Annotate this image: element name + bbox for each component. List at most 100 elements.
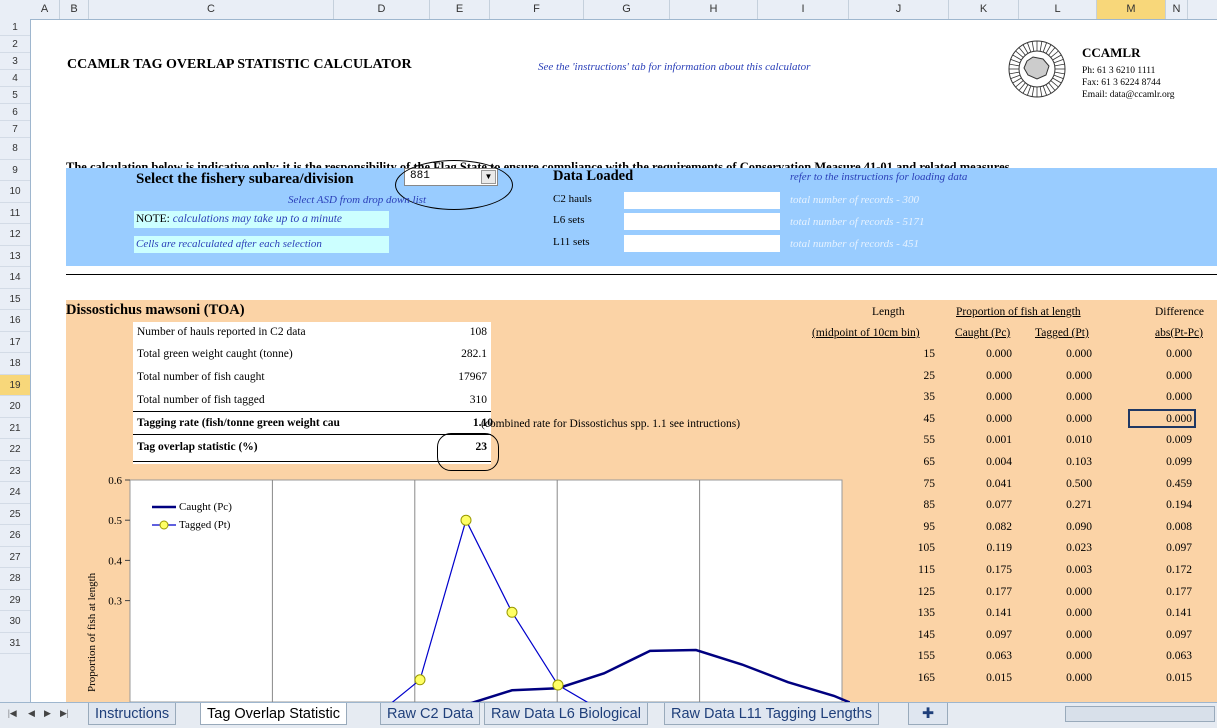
caught-cell[interactable]: 0.041 [952, 478, 1012, 490]
tab-tag-overlap-statistic[interactable]: Tag Overlap Statistic [200, 703, 347, 725]
column-header-i[interactable]: I [758, 0, 849, 19]
row-header-8[interactable]: 8 [0, 138, 30, 160]
tagged-cell[interactable]: 0.000 [1032, 348, 1092, 360]
data-c2-cell[interactable] [624, 192, 780, 209]
difference-cell[interactable]: 0.097 [1132, 542, 1192, 554]
tagged-cell[interactable]: 0.000 [1032, 629, 1092, 641]
row-header-10[interactable]: 10 [0, 181, 30, 203]
difference-cell[interactable]: 0.063 [1132, 650, 1192, 662]
data-l6-cell[interactable] [624, 213, 780, 230]
length-cell[interactable]: 105 [875, 542, 935, 554]
difference-cell[interactable]: 0.000 [1132, 391, 1192, 403]
tab-instructions[interactable]: Instructions [88, 703, 177, 725]
difference-cell[interactable]: 0.008 [1132, 521, 1192, 533]
row-header-7[interactable]: 7 [0, 121, 30, 138]
stat-value[interactable]: 282.1 [461, 348, 487, 360]
row-header-20[interactable]: 20 [0, 396, 30, 418]
length-cell[interactable]: 145 [875, 629, 935, 641]
difference-cell[interactable]: 0.459 [1132, 478, 1192, 490]
row-header-28[interactable]: 28 [0, 568, 30, 590]
tab-raw-data-l11-tagging-lengths[interactable]: Raw Data L11 Tagging Lengths [664, 703, 879, 725]
difference-cell[interactable]: 0.194 [1132, 499, 1192, 511]
row-header-2[interactable]: 2 [0, 36, 30, 53]
difference-cell[interactable]: 0.009 [1132, 434, 1192, 446]
length-cell[interactable]: 155 [875, 650, 935, 662]
row-header-29[interactable]: 29 [0, 590, 30, 611]
org-email[interactable]: Email: data@ccamlr.org [1082, 90, 1174, 100]
first-sheet-icon[interactable]: |◀ [8, 708, 17, 719]
tagged-cell[interactable]: 0.000 [1032, 607, 1092, 619]
data-l11-cell[interactable] [624, 235, 780, 252]
row-header-1[interactable]: 1 [0, 19, 30, 36]
tagged-cell[interactable]: 0.023 [1032, 542, 1092, 554]
row-header-12[interactable]: 12 [0, 224, 30, 246]
tagged-cell[interactable]: 0.000 [1032, 413, 1092, 425]
length-cell[interactable]: 45 [875, 413, 936, 425]
row-header-30[interactable]: 30 [0, 611, 30, 633]
caught-cell[interactable]: 0.082 [952, 521, 1012, 533]
row-header-23[interactable]: 23 [0, 461, 30, 482]
column-header-f[interactable]: F [490, 0, 584, 19]
next-sheet-icon[interactable]: ▶ [44, 708, 51, 719]
length-cell[interactable]: 35 [875, 391, 936, 403]
row-header-21[interactable]: 21 [0, 418, 30, 439]
difference-cell[interactable]: 0.172 [1132, 564, 1192, 576]
row-header-19[interactable]: 19 [0, 374, 30, 396]
length-cell[interactable]: 75 [875, 478, 936, 490]
tagged-cell[interactable]: 0.000 [1032, 586, 1092, 598]
stat-value[interactable]: 108 [470, 326, 487, 338]
column-header-m[interactable]: M [1097, 0, 1166, 19]
length-cell[interactable]: 115 [875, 564, 935, 576]
caught-cell[interactable]: 0.097 [952, 629, 1012, 641]
length-cell[interactable]: 165 [875, 672, 935, 684]
difference-cell[interactable]: 0.099 [1132, 456, 1192, 468]
tagged-cell[interactable]: 0.500 [1032, 478, 1092, 490]
difference-cell[interactable]: 0.141 [1132, 607, 1192, 619]
tagged-cell[interactable]: 0.090 [1032, 521, 1092, 533]
column-header-c[interactable]: C [89, 0, 334, 19]
difference-cell[interactable]: 0.000 [1132, 370, 1192, 382]
tab-raw-c2-data[interactable]: Raw C2 Data [380, 703, 481, 725]
length-cell[interactable]: 55 [875, 434, 936, 446]
row-header-4[interactable]: 4 [0, 70, 30, 87]
column-header-n[interactable]: N [1166, 0, 1188, 19]
stat-value[interactable]: 310 [470, 394, 487, 406]
tagged-cell[interactable]: 0.000 [1032, 650, 1092, 662]
stat-value[interactable]: 17967 [458, 371, 487, 383]
row-header-16[interactable]: 16 [0, 310, 30, 332]
difference-cell[interactable]: 0.015 [1132, 672, 1192, 684]
length-cell[interactable]: 135 [875, 607, 935, 619]
row-header-11[interactable]: 11 [0, 203, 30, 224]
caught-cell[interactable]: 0.177 [952, 586, 1012, 598]
column-header-b[interactable]: B [60, 0, 89, 19]
row-header-26[interactable]: 26 [0, 525, 30, 547]
caught-cell[interactable]: 0.000 [952, 391, 1012, 403]
row-header-18[interactable]: 18 [0, 353, 30, 375]
length-cell[interactable]: 125 [875, 586, 935, 598]
caught-cell[interactable]: 0.077 [952, 499, 1012, 511]
length-cell[interactable]: 65 [875, 456, 936, 468]
selected-cell-cursor[interactable] [1128, 409, 1196, 428]
column-header-e[interactable]: E [430, 0, 490, 19]
row-header-22[interactable]: 22 [0, 439, 30, 461]
caught-cell[interactable]: 0.119 [952, 542, 1012, 554]
row-header-27[interactable]: 27 [0, 547, 30, 568]
caught-cell[interactable]: 0.000 [952, 348, 1012, 360]
row-header-5[interactable]: 5 [0, 87, 30, 104]
column-header-g[interactable]: G [584, 0, 670, 19]
column-header-a[interactable]: A [30, 0, 60, 19]
column-header-k[interactable]: K [949, 0, 1019, 19]
tagged-cell[interactable]: 0.000 [1032, 672, 1092, 684]
row-header-9[interactable]: 9 [0, 160, 30, 181]
length-cell[interactable]: 15 [875, 348, 936, 360]
caught-cell[interactable]: 0.000 [952, 413, 1012, 425]
row-header-17[interactable]: 17 [0, 332, 30, 353]
row-header-6[interactable]: 6 [0, 104, 30, 121]
caught-cell[interactable]: 0.001 [952, 434, 1012, 446]
caught-cell[interactable]: 0.000 [952, 370, 1012, 382]
tab-raw-data-l6-biological[interactable]: Raw Data L6 Biological [484, 703, 648, 725]
row-header-31[interactable]: 31 [0, 633, 30, 654]
caught-cell[interactable]: 0.175 [952, 564, 1012, 576]
row-header-13[interactable]: 13 [0, 246, 30, 267]
length-cell[interactable]: 25 [875, 370, 936, 382]
